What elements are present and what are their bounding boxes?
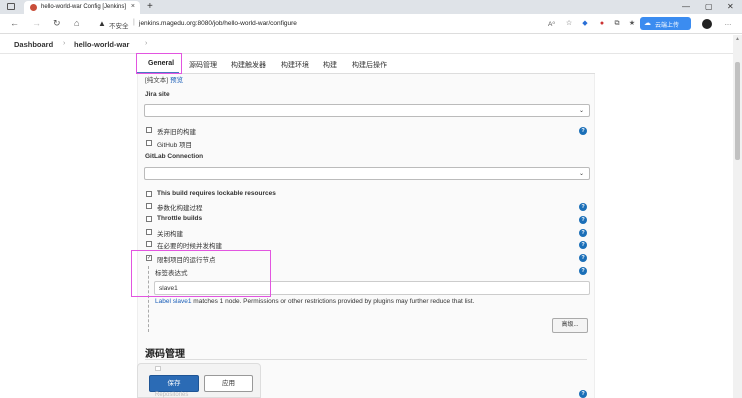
- faded-radio: [155, 366, 161, 371]
- scrollbar-thumb[interactable]: [735, 62, 740, 160]
- browser-tab-bar: hello-world-war Config [Jenkins] × + — ▢…: [0, 0, 742, 14]
- help-icon[interactable]: ?: [579, 216, 587, 224]
- tab-title: hello-world-war Config [Jenkins]: [41, 4, 127, 10]
- tab-triggers[interactable]: 构建触发器: [231, 60, 266, 70]
- breadcrumb-separator: ›: [63, 40, 66, 47]
- jira-site-label: Jira site: [145, 91, 170, 98]
- section-divider: [145, 359, 587, 360]
- cloud-upload-button[interactable]: ☁ 云端上传: [640, 17, 691, 30]
- help-icon[interactable]: ?: [579, 127, 587, 135]
- translate-icon[interactable]: A⁰: [548, 20, 555, 28]
- checkbox[interactable]: [146, 203, 152, 209]
- maximize-button[interactable]: ▢: [705, 2, 713, 11]
- checkbox-label: 丢弃旧的构建: [157, 129, 196, 136]
- cloud-upload-label: 云端上传: [655, 23, 680, 29]
- warning-icon: ▲: [98, 19, 106, 28]
- tab-scm[interactable]: 源码管理: [189, 60, 217, 70]
- gitlab-connection-select[interactable]: ⌄: [144, 167, 590, 180]
- save-button[interactable]: 保存: [149, 375, 199, 392]
- breadcrumb: Dashboard › hello-world-war ›: [0, 35, 742, 54]
- checkbox-label: GitHub 项目: [157, 142, 193, 149]
- url-separator: |: [133, 19, 135, 26]
- preview-link[interactable]: 预览: [170, 77, 183, 84]
- chevron-down-icon: ⌄: [578, 171, 584, 177]
- help-icon[interactable]: ?: [579, 229, 587, 237]
- faded-repositories-text: Repositories: [155, 392, 189, 398]
- highlight-restrict-node: [131, 250, 271, 297]
- config-tabs: General 源码管理 构建触发器 构建环境 构建 构建后操作: [137, 54, 595, 74]
- back-icon[interactable]: ←: [10, 18, 19, 28]
- profile-avatar[interactable]: [702, 19, 712, 29]
- favorite-star-icon[interactable]: ☆: [565, 20, 573, 28]
- help-icon[interactable]: ?: [579, 241, 587, 249]
- tab-close-icon[interactable]: ×: [131, 3, 135, 10]
- tab-build[interactable]: 构建: [323, 60, 337, 70]
- help-icon[interactable]: ?: [579, 203, 587, 211]
- gitlab-connection-label: GitLab Connection: [145, 153, 204, 160]
- help-icon[interactable]: ?: [579, 267, 587, 275]
- plain-text-label: [纯文本]: [145, 77, 169, 84]
- checkbox-label: 关闭构建: [157, 231, 183, 238]
- home-icon[interactable]: ⌂: [74, 18, 79, 28]
- help-icon[interactable]: ?: [579, 390, 587, 398]
- forward-icon[interactable]: →: [32, 18, 41, 28]
- scroll-up-icon[interactable]: ▲: [735, 36, 740, 42]
- reload-icon[interactable]: ↻: [53, 18, 61, 29]
- highlight-general-tab: [136, 53, 182, 74]
- checkbox[interactable]: [146, 191, 152, 197]
- checkbox-label: Throttle builds: [157, 215, 203, 222]
- tab-environment[interactable]: 构建环境: [281, 60, 309, 70]
- favorites-icon[interactable]: ★: [628, 20, 636, 28]
- description-format: [纯文本] 预览: [145, 74, 183, 84]
- advanced-button[interactable]: 高级...: [552, 318, 588, 333]
- breadcrumb-dashboard[interactable]: Dashboard: [14, 40, 53, 49]
- checkbox-label: 在必要的时候并发构建: [157, 243, 222, 250]
- help-icon[interactable]: ?: [579, 254, 587, 262]
- window-menu-icon[interactable]: [7, 3, 15, 10]
- close-window-button[interactable]: ✕: [727, 2, 734, 11]
- checkbox[interactable]: [146, 241, 152, 247]
- checkbox[interactable]: [146, 127, 152, 133]
- scm-section-title: 源码管理: [145, 349, 185, 360]
- checkbox[interactable]: [146, 140, 152, 146]
- label-match-text: matches 1 node. Permissions or other res…: [191, 298, 475, 305]
- security-label[interactable]: 不安全: [109, 20, 129, 30]
- new-tab-button[interactable]: +: [147, 1, 153, 12]
- address-bar-row: ← → ↻ ⌂ ▲ 不安全 | jenkins.magedu.org:8080/…: [0, 14, 742, 34]
- breadcrumb-separator[interactable]: ›: [145, 40, 147, 47]
- minimize-button[interactable]: —: [682, 2, 690, 11]
- more-menu-icon[interactable]: …: [724, 20, 732, 28]
- label-match-link[interactable]: Label slave1: [155, 298, 192, 305]
- apply-button[interactable]: 应用: [204, 375, 253, 392]
- checkbox[interactable]: [146, 229, 152, 235]
- jenkins-favicon-icon: [30, 4, 37, 11]
- breadcrumb-job[interactable]: hello-world-war: [74, 40, 129, 49]
- extension-icon[interactable]: ◆: [581, 20, 589, 28]
- url-text[interactable]: jenkins.magedu.org:8080/job/hello-world-…: [139, 20, 297, 27]
- chevron-down-icon: ⌄: [578, 108, 584, 114]
- checkbox-label: This build requires lockable resources: [157, 190, 276, 197]
- url-field[interactable]: ▲ 不安全 | jenkins.magedu.org:8080/job/hell…: [91, 17, 551, 31]
- config-panel: [137, 74, 595, 398]
- checkbox-label: 参数化构建过程: [157, 205, 203, 212]
- browser-tab[interactable]: hello-world-war Config [Jenkins] ×: [24, 1, 140, 14]
- collections-icon[interactable]: ⧉: [613, 20, 621, 28]
- jira-site-select[interactable]: ⌄: [144, 104, 590, 117]
- cloud-icon: ☁: [644, 20, 651, 27]
- tab-post-build[interactable]: 构建后操作: [352, 60, 387, 70]
- label-match-message: Label slave1 matches 1 node. Permissions…: [155, 298, 474, 305]
- checkbox[interactable]: [146, 216, 152, 222]
- extension-red-icon[interactable]: ●: [598, 20, 606, 28]
